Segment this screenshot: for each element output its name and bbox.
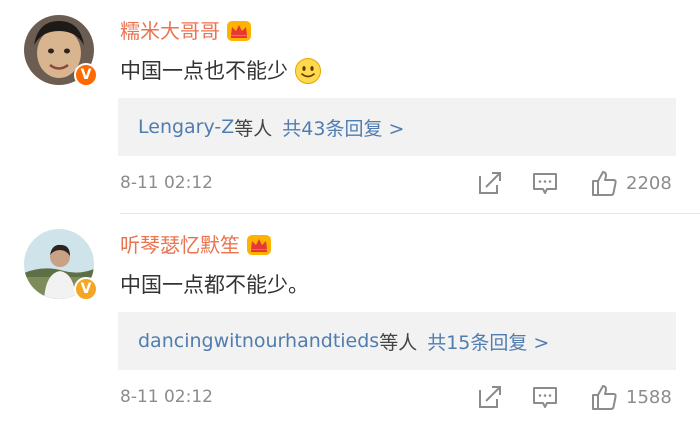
comment-body: 中国一点都不能少。 [120, 273, 309, 297]
crown-icon [227, 21, 251, 41]
comment-icon[interactable] [532, 384, 558, 410]
reply-count-link[interactable]: 共43条回复 > [282, 114, 404, 141]
reply-users-suffix: 等人 [379, 331, 418, 354]
reply-users-link[interactable]: dancingwitnourhandtieds [138, 330, 379, 352]
user-name-row: 听琴瑟忆默笙 [120, 232, 272, 258]
replies-summary[interactable]: Lengary-Z 等人 共43条回复 > [118, 98, 676, 156]
comment-item: V 糯米大哥哥 中国一点也不能少 Lengary-Z 等人 共43条回复 > 8… [0, 0, 700, 213]
timestamp: 8-11 02:12 [120, 387, 213, 407]
verified-badge-icon: V [74, 277, 98, 301]
replies-summary[interactable]: dancingwitnourhandtieds 等人 共15条回复 > [118, 312, 676, 370]
comment-text: 中国一点都不能少。 [120, 270, 309, 300]
like-count: 2208 [626, 173, 672, 194]
crown-icon [247, 235, 271, 255]
share-icon[interactable] [477, 170, 503, 196]
smile-emoji-icon [295, 58, 321, 84]
verified-badge-icon: V [74, 63, 98, 87]
thumbs-up-icon[interactable] [590, 383, 618, 411]
comment-body: 中国一点也不能少 [120, 59, 288, 83]
thumbs-up-icon[interactable] [590, 169, 618, 197]
reply-users-suffix: 等人 [234, 117, 273, 140]
user-name-row: 糯米大哥哥 [120, 18, 252, 44]
share-icon[interactable] [477, 384, 503, 410]
reply-count-link[interactable]: 共15条回复 > [427, 328, 549, 355]
reply-users-link[interactable]: Lengary-Z [138, 116, 234, 138]
user-name[interactable]: 听琴瑟忆默笙 [120, 232, 240, 258]
comment-item: V 听琴瑟忆默笙 中国一点都不能少。 dancingwitnourhandtie… [0, 214, 700, 421]
comment-icon[interactable] [532, 170, 558, 196]
comment-text: 中国一点也不能少 [120, 56, 322, 86]
user-name[interactable]: 糯米大哥哥 [120, 18, 220, 44]
timestamp: 8-11 02:12 [120, 173, 213, 193]
like-count: 1588 [626, 387, 672, 408]
